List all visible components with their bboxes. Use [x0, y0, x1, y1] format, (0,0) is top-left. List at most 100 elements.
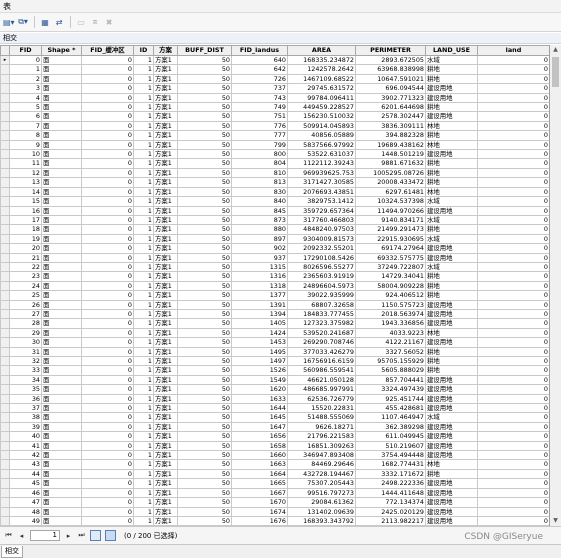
table-cell[interactable]: 49 [9, 515, 42, 526]
table-cell[interactable]: 1 [133, 403, 154, 414]
row-selector[interactable] [0, 468, 10, 480]
table-cell[interactable]: 面 [41, 506, 82, 517]
table-cell[interactable]: 9881.671632 [355, 158, 426, 169]
table-cell[interactable]: 1664 [231, 468, 288, 480]
table-cell[interactable]: 1 [133, 64, 154, 75]
table-cell[interactable]: 面 [41, 252, 82, 263]
table-cell[interactable]: 69332.575775 [355, 252, 426, 263]
table-cell[interactable]: 1 [133, 73, 154, 85]
table-cell[interactable]: 0 [81, 158, 134, 169]
table-cell[interactable]: 0 [477, 186, 549, 198]
table-row[interactable]: 23 面 0 1 方案1 50 1316 2365603.91919 14729.34041 耕地… [0, 271, 549, 282]
table-cell[interactable]: 726 [231, 73, 288, 85]
table-cell[interactable]: 1656 [231, 431, 288, 442]
table-cell[interactable]: 32 [9, 355, 42, 367]
table-cell[interactable]: 15 [9, 196, 42, 207]
table-cell[interactable]: 1 [133, 290, 154, 301]
table-cell[interactable]: 75307.205443 [287, 478, 356, 489]
table-cell[interactable]: 1676 [231, 515, 288, 526]
table-cell[interactable]: 969939625.753 [287, 167, 356, 179]
column-header-6[interactable]: FID_landus [231, 45, 288, 56]
table-cell[interactable]: 方案1 [153, 83, 178, 94]
table-cell[interactable]: 5837566.97992 [287, 139, 356, 151]
table-cell[interactable]: 0 [477, 431, 549, 442]
table-cell[interactable]: 2893.672505 [355, 54, 426, 66]
table-cell[interactable]: 0 [81, 186, 134, 198]
table-cell[interactable]: 1 [133, 83, 154, 94]
table-row[interactable]: 40 面 0 1 方案1 50 1656 21796.221583 611.049945 建设用地… [0, 431, 549, 442]
table-cell[interactable]: 455.428681 [355, 403, 426, 414]
table-cell[interactable]: 建设用地 [425, 299, 478, 310]
table-cell[interactable]: 50 [177, 186, 232, 198]
table-cell[interactable]: 方案1 [153, 318, 178, 329]
table-cell[interactable]: 0 [81, 83, 134, 94]
row-selector[interactable] [0, 459, 10, 470]
table-cell[interactable]: 31 [9, 346, 42, 358]
table-cell[interactable]: 3327.56052 [355, 346, 426, 358]
table-cell[interactable]: 48 [9, 506, 42, 517]
table-cell[interactable]: 1549 [231, 374, 288, 386]
table-cell[interactable]: 880 [231, 224, 288, 235]
table-cell[interactable]: 面 [41, 459, 82, 470]
table-cell[interactable]: 8 [9, 130, 42, 141]
table-cell[interactable]: 0 [477, 487, 549, 499]
column-header-7[interactable]: AREA [287, 45, 356, 56]
table-cell[interactable]: 50 [177, 497, 232, 508]
table-cell[interactable]: 0 [477, 54, 549, 66]
table-cell[interactable]: 面 [41, 355, 82, 367]
table-cell[interactable]: 0 [81, 421, 134, 433]
table-cell[interactable]: 面 [41, 243, 82, 254]
table-cell[interactable]: 面 [41, 102, 82, 113]
table-cell[interactable]: 方案1 [153, 271, 178, 282]
table-cell[interactable]: 346947.893408 [287, 450, 356, 461]
table-cell[interactable]: 耕地 [425, 271, 478, 282]
table-cell[interactable]: 30 [9, 337, 42, 348]
table-row[interactable]: 13 面 0 1 方案1 50 813 3171427.30585 20008.433472 耕地… [0, 177, 549, 188]
table-cell[interactable]: 3754.494448 [355, 450, 426, 461]
table-cell[interactable]: 0 [81, 102, 134, 113]
table-cell[interactable]: 50 [177, 271, 232, 282]
table-options-icon[interactable]: ▤▾ [3, 16, 15, 29]
table-cell[interactable]: 方案1 [153, 224, 178, 235]
table-cell[interactable]: 937 [231, 252, 288, 263]
table-cell[interactable]: 68807.32658 [287, 299, 356, 310]
table-cell[interactable]: 1316 [231, 271, 288, 282]
table-cell[interactable]: 1 [133, 261, 154, 273]
table-row[interactable]: 31 面 0 1 方案1 50 1495 377033.426279 3327.56052 耕地 0 [0, 346, 549, 358]
table-cell[interactable]: 21796.221583 [287, 431, 356, 442]
table-cell[interactable]: 857.704441 [355, 374, 426, 386]
table-row[interactable]: 33 面 0 1 方案1 50 1526 560986.559541 5605.888029 耕地… [0, 365, 549, 376]
table-cell[interactable]: 28 [9, 318, 42, 329]
table-cell[interactable]: 33 [9, 365, 42, 376]
table-cell[interactable]: 50 [177, 337, 232, 348]
table-cell[interactable]: 建设用地 [425, 149, 478, 160]
table-cell[interactable]: 50 [177, 92, 232, 104]
table-cell[interactable]: 6 [9, 111, 42, 122]
table-cell[interactable]: 方案1 [153, 450, 178, 461]
table-cell[interactable]: 0 [81, 167, 134, 179]
table-row[interactable]: 36 面 0 1 方案1 50 1633 62536.726779 925.451744 建设用地… [0, 393, 549, 405]
table-cell[interactable]: 539520.241687 [287, 327, 356, 339]
table-cell[interactable]: 水域 [425, 261, 478, 273]
table-row[interactable]: 15 面 0 1 方案1 50 840 3829753.1412 10324.537398 水域 0 [0, 196, 549, 207]
row-selector[interactable] [0, 224, 10, 235]
table-cell[interactable]: 0 [81, 120, 134, 132]
table-cell[interactable]: 0 [81, 177, 134, 188]
table-cell[interactable]: 22 [9, 261, 42, 273]
table-row[interactable]: 38 面 0 1 方案1 50 1645 51488.555069 1107.464947 水域 0 [0, 412, 549, 423]
table-cell[interactable]: 377033.426279 [287, 346, 356, 358]
table-cell[interactable]: 50 [177, 468, 232, 480]
table-cell[interactable]: 0 [477, 120, 549, 132]
next-record-icon[interactable]: ▸ [64, 530, 73, 541]
row-selector[interactable] [0, 92, 10, 104]
table-cell[interactable]: 面 [41, 233, 82, 245]
table-cell[interactable]: 50 [177, 440, 232, 452]
table-cell[interactable]: 696.094544 [355, 83, 426, 94]
table-cell[interactable]: 21499.291473 [355, 224, 426, 235]
table-cell[interactable]: 2018.563974 [355, 308, 426, 320]
table-cell[interactable]: 50 [177, 421, 232, 433]
row-selector[interactable] [0, 440, 10, 452]
table-row[interactable]: 32 面 0 1 方案1 50 1497 16756916.6159 95705.155929 耕… [0, 355, 549, 367]
column-header-4[interactable]: 方案 [153, 45, 178, 56]
table-cell[interactable]: 23 [9, 271, 42, 282]
